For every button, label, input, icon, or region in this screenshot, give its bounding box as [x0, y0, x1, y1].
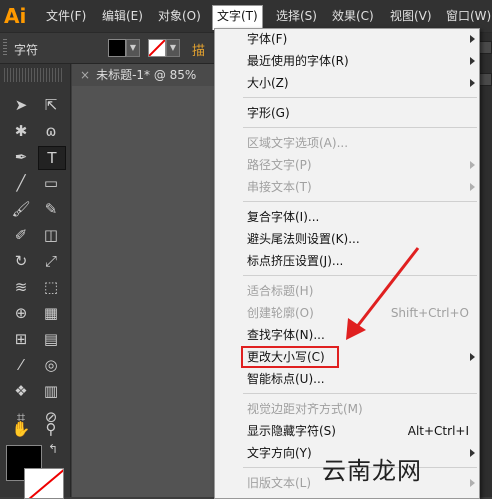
- annotation-arrow-icon: [346, 247, 420, 340]
- watermark: 云南龙网: [322, 457, 422, 485]
